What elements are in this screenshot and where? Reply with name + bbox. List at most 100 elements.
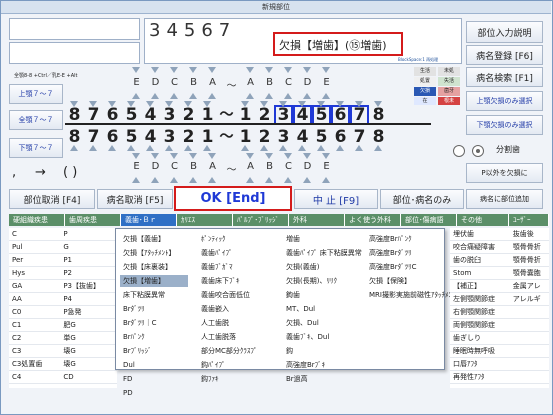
- upper-tooth-triangle[interactable]: [89, 101, 97, 107]
- lower-tooth-triangle[interactable]: [146, 145, 154, 151]
- dropdown-item[interactable]: MT、Dul: [283, 303, 365, 315]
- ok-button[interactable]: OK [End]: [174, 186, 292, 211]
- primary-top-triangle-low[interactable]: [322, 93, 330, 99]
- p-other-missing-button[interactable]: P以外を欠損に: [466, 163, 543, 183]
- lower-tooth-triangle[interactable]: [317, 145, 325, 151]
- top-left-input[interactable]: [9, 18, 140, 40]
- cancel-part-button[interactable]: 部位取消 [F4]: [9, 189, 95, 209]
- cancel-disease-button[interactable]: 病名取消 [F5]: [97, 189, 173, 209]
- table-row[interactable]: Per P1: [9, 253, 117, 267]
- primary-bottom-triangle-low[interactable]: [322, 177, 330, 183]
- primary-bottom-triangle-low[interactable]: [132, 177, 140, 183]
- table-row[interactable]: 口唇ｱﾌﾀ: [450, 357, 549, 371]
- lower-tooth-triangle[interactable]: [298, 145, 306, 151]
- tab-0[interactable]: 硬組織疾患: [9, 214, 65, 226]
- primary-bottom-triangle-low[interactable]: [208, 177, 216, 183]
- dropdown-item[interactable]: 欠損【保険】: [366, 275, 458, 287]
- lower-tooth-triangle[interactable]: [336, 145, 344, 151]
- table-row[interactable]: 咬合痛疑障害 顎骨骨折: [450, 240, 549, 254]
- tab-4[interactable]: ﾊﾟﾙﾌﾟ･ﾌﾞﾘｯｼﾞ: [233, 214, 289, 226]
- primary-top-triangle-low[interactable]: [246, 93, 254, 99]
- tab-6[interactable]: よく使う外科: [345, 214, 401, 226]
- table-row[interactable]: 睡眠時無呼吸: [450, 344, 549, 358]
- primary-bottom-triangle[interactable]: [208, 153, 216, 159]
- second-left-input[interactable]: [9, 42, 140, 64]
- dropdown-item[interactable]: 義歯ﾊﾟｲﾌﾟ: [198, 247, 276, 259]
- upper-tooth-triangle[interactable]: [184, 101, 192, 107]
- primary-top-triangle-low[interactable]: [132, 93, 140, 99]
- primary-bottom-triangle[interactable]: [322, 153, 330, 159]
- primary-bottom-triangle[interactable]: [303, 153, 311, 159]
- primary-top-triangle[interactable]: [284, 67, 292, 73]
- lower-tooth-triangle[interactable]: [108, 145, 116, 151]
- dropdown-item[interactable]: 人工歯脱落: [198, 331, 276, 343]
- arrow-key[interactable]: →: [35, 165, 46, 180]
- dropdown-item[interactable]: 高強度BrﾀﾞﾂﾘC: [366, 261, 458, 273]
- split-teeth-label[interactable]: 分割歯: [496, 144, 520, 155]
- primary-bottom-triangle[interactable]: [151, 153, 159, 159]
- lower-tooth-triangle[interactable]: [184, 145, 192, 151]
- table-row[interactable]: C1 肥G: [9, 318, 117, 332]
- primary-top-triangle[interactable]: [151, 67, 159, 73]
- upper-missing-only-button[interactable]: 上顎欠損のみ選択: [466, 91, 543, 111]
- table-row[interactable]: 両側顎関節症: [450, 318, 549, 332]
- primary-top-triangle[interactable]: [208, 67, 216, 73]
- tab-8[interactable]: その他: [457, 214, 509, 226]
- dropdown-item[interactable]: 鈎: [283, 345, 365, 357]
- table-row[interactable]: C0 P急発: [9, 305, 117, 319]
- lower-tooth-triangle[interactable]: [279, 145, 287, 151]
- table-row[interactable]: C3 壊G: [9, 344, 117, 358]
- primary-bottom-triangle[interactable]: [246, 153, 254, 159]
- paren-key[interactable]: ( ): [63, 165, 77, 180]
- register-disease-button[interactable]: 病名登録 [F6]: [466, 45, 543, 65]
- table-row[interactable]: CP: [9, 228, 117, 241]
- upper-tooth-triangle[interactable]: [127, 101, 135, 107]
- primary-top-triangle[interactable]: [170, 67, 178, 73]
- dropdown-item[interactable]: ﾎﾟﾝﾃｨｯｸ: [198, 233, 276, 245]
- primary-bottom-triangle-low[interactable]: [189, 177, 197, 183]
- radio-option-1[interactable]: [453, 145, 465, 157]
- dropdown-item[interactable]: 義歯ﾌﾞｶﾞﾏ: [198, 261, 276, 273]
- primary-bottom-triangle-low[interactable]: [303, 177, 311, 183]
- dropdown-item[interactable]: 欠損【義歯】: [120, 233, 188, 245]
- dropdown-item[interactable]: 鈎ﾌｧｷ: [198, 373, 276, 385]
- tab-7[interactable]: 部位･傷病語: [401, 214, 457, 226]
- add-part-button[interactable]: 病名に部位追加: [466, 189, 543, 209]
- primary-top-triangle-low[interactable]: [189, 93, 197, 99]
- dropdown-item[interactable]: Dul: [120, 359, 188, 371]
- tab-9[interactable]: ﾕｰｻﾞｰ: [509, 214, 549, 226]
- lower-jaw-button[interactable]: 下顎７～７: [9, 138, 63, 158]
- primary-bottom-triangle-low[interactable]: [284, 177, 292, 183]
- upper-tooth-triangle[interactable]: [146, 101, 154, 107]
- dropdown-item[interactable]: Brﾀﾞﾂﾘ｜C: [120, 317, 188, 329]
- dropdown-item[interactable]: 高強度Brﾀﾞﾂﾘ: [366, 247, 458, 259]
- dropdown-item[interactable]: Br過高: [283, 373, 365, 385]
- tab-1[interactable]: 歯周疾患: [65, 214, 121, 226]
- primary-bottom-triangle-low[interactable]: [170, 177, 178, 183]
- lower-tooth-triangle[interactable]: [374, 145, 382, 151]
- lower-tooth-triangle[interactable]: [355, 145, 363, 151]
- dropdown-item[interactable]: PD: [120, 387, 188, 399]
- upper-tooth-triangle[interactable]: [260, 101, 268, 107]
- dropdown-item[interactable]: 欠損【ｱﾀｯﾁﾒﾝﾄ】: [120, 247, 188, 259]
- upper-tooth-triangle[interactable]: [70, 101, 78, 107]
- primary-top-triangle-low[interactable]: [208, 93, 216, 99]
- primary-bottom-triangle[interactable]: [189, 153, 197, 159]
- table-row[interactable]: 埋伏歯 抜歯後: [450, 228, 549, 241]
- tab-3[interactable]: ｶﾘｴｽ: [177, 214, 233, 226]
- primary-top-triangle[interactable]: [246, 67, 254, 73]
- table-row[interactable]: 【補正】 金属アレ: [450, 279, 549, 293]
- full-jaw-button[interactable]: 全顎７～７: [9, 110, 63, 130]
- primary-bottom-triangle[interactable]: [284, 153, 292, 159]
- table-row[interactable]: Hys P2: [9, 266, 117, 280]
- comma-key[interactable]: ,: [12, 165, 16, 180]
- part-input-desc-button[interactable]: 部位入力説明: [466, 21, 543, 43]
- dropdown-item[interactable]: 欠損(義歯): [283, 261, 365, 273]
- upper-tooth-triangle[interactable]: [165, 101, 173, 107]
- upper-tooth-triangle[interactable]: [317, 101, 325, 107]
- primary-top-triangle[interactable]: [132, 67, 140, 73]
- table-row[interactable]: C2 単G: [9, 331, 117, 345]
- primary-bottom-triangle-low[interactable]: [265, 177, 273, 183]
- dropdown-item[interactable]: 高強度Brﾊﾟﾝｸ: [366, 233, 458, 245]
- lower-tooth-triangle[interactable]: [241, 145, 249, 151]
